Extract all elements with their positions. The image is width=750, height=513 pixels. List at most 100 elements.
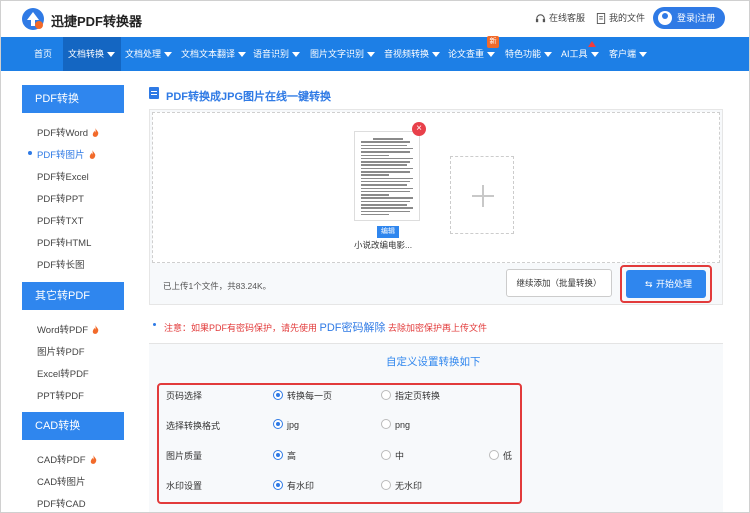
support-label: 在线客服 bbox=[549, 13, 586, 23]
nav-item-0[interactable]: 首页 bbox=[34, 37, 52, 71]
chevron-down-icon bbox=[292, 52, 301, 58]
radio-button-icon[interactable] bbox=[273, 390, 283, 400]
sidebar-item-2-0[interactable]: CAD转PDF bbox=[37, 452, 97, 466]
thumbnail-text-line bbox=[361, 184, 407, 186]
radio-option[interactable]: 低 bbox=[489, 449, 512, 462]
support-link[interactable]: 在线客服 bbox=[535, 11, 585, 24]
hot-fire-icon bbox=[92, 128, 99, 137]
nav-item-3[interactable]: 文档文本翻译 bbox=[181, 37, 247, 71]
radio-button-icon[interactable] bbox=[273, 450, 283, 460]
sidebar-section-1: 其它转PDF bbox=[22, 282, 124, 310]
radio-button-icon[interactable] bbox=[489, 450, 499, 460]
password-remove-link[interactable]: PDF密码解除 bbox=[320, 322, 386, 334]
sidebar-item-2-2[interactable]: PDF转CAD bbox=[37, 496, 86, 510]
nav-item-label: 文档处理 bbox=[125, 49, 162, 59]
radio-option[interactable]: jpg bbox=[273, 419, 299, 430]
chevron-down-icon bbox=[639, 52, 648, 58]
hot-fire-icon bbox=[92, 325, 99, 334]
sidebar-item-1-2[interactable]: Excel转PDF bbox=[37, 366, 89, 380]
thumbnail-text-line bbox=[361, 190, 410, 193]
radio-option-label: 转换每一页 bbox=[287, 391, 333, 401]
top-bar: 迅捷PDF转换器 在线客服 我的文件 登录|注册 bbox=[1, 1, 749, 37]
radio-button-icon[interactable] bbox=[381, 390, 391, 400]
file-thumbnail[interactable] bbox=[354, 131, 420, 221]
radio-option[interactable]: 有水印 bbox=[273, 479, 314, 492]
radio-option[interactable]: 指定页转换 bbox=[381, 389, 440, 402]
my-files-link[interactable]: 我的文件 bbox=[596, 11, 646, 25]
radio-option[interactable]: png bbox=[381, 419, 410, 430]
sidebar-item-0-5[interactable]: PDF转HTML bbox=[37, 235, 91, 249]
add-file-plus-icon[interactable] bbox=[450, 156, 514, 234]
thumbnail-text-line bbox=[361, 200, 410, 203]
radio-button-icon[interactable] bbox=[381, 419, 391, 429]
user-icon bbox=[658, 11, 672, 25]
radio-button-icon[interactable] bbox=[381, 450, 391, 460]
nav-item-2[interactable]: 文档处理 bbox=[125, 37, 173, 71]
nav-item-label: 音视频转换 bbox=[384, 49, 430, 59]
radio-option[interactable]: 高 bbox=[273, 449, 296, 462]
setting-label: 选择转换格式 bbox=[166, 421, 221, 431]
radio-button-icon[interactable] bbox=[381, 480, 391, 490]
thumbnail-text-line bbox=[361, 174, 389, 176]
radio-button-icon[interactable] bbox=[273, 419, 283, 429]
sidebar-item-0-4[interactable]: PDF转TXT bbox=[37, 213, 83, 227]
continue-add-button[interactable]: 继续添加（批量转换） bbox=[506, 269, 612, 297]
thumbnail-text-line bbox=[361, 161, 410, 163]
nav-item-4[interactable]: 语音识别 bbox=[253, 37, 301, 71]
upload-dropzone[interactable] bbox=[152, 112, 720, 263]
thumbnail-text-line bbox=[361, 207, 413, 209]
radio-option[interactable]: 无水印 bbox=[381, 479, 422, 492]
nav-item-label: 客户端 bbox=[609, 49, 637, 59]
notice-dot bbox=[153, 323, 156, 326]
sidebar-item-1-3[interactable]: PPT转PDF bbox=[37, 388, 84, 402]
thumbnail-text-line bbox=[361, 210, 410, 213]
thumbnail-text-line bbox=[361, 180, 410, 183]
nav-item-10[interactable]: 客户端 bbox=[609, 37, 648, 71]
sidebar-item-0-1[interactable]: PDF转图片 bbox=[37, 147, 96, 161]
nav-item-label: AI工具 bbox=[561, 49, 588, 59]
radio-button-icon[interactable] bbox=[273, 480, 283, 490]
sidebar-item-1-1[interactable]: 图片转PDF bbox=[37, 344, 85, 358]
radio-option[interactable]: 中 bbox=[381, 449, 404, 462]
radio-option-label: 低 bbox=[503, 451, 513, 461]
sidebar-item-label: PDF转Word bbox=[37, 128, 89, 139]
login-button[interactable]: 登录|注册 bbox=[653, 7, 725, 29]
page-title: PDF转换成JPG图片在线一键转换 bbox=[166, 91, 332, 103]
sidebar-item-0-3[interactable]: PDF转PPT bbox=[37, 191, 84, 205]
edit-file-button[interactable]: 编辑 bbox=[377, 226, 399, 238]
remove-file-icon[interactable]: × bbox=[412, 122, 426, 136]
sidebar-section-0: PDF转换 bbox=[22, 85, 124, 113]
main-nav: 首页 文档转换 文档处理 文档文本翻译 语音识别 图片文字识别 音视频转换 论文查重 特色功能 A… bbox=[1, 37, 749, 71]
notice-prefix: 注意：如果PDF有密码保护，请先使用 bbox=[164, 323, 318, 333]
radio-option-label: 高 bbox=[287, 451, 297, 461]
sidebar-item-label: PDF转CAD bbox=[37, 499, 86, 510]
chevron-down-icon bbox=[367, 52, 376, 58]
sidebar-item-label: CAD转PDF bbox=[37, 455, 86, 466]
nav-item-5[interactable]: 图片文字识别 bbox=[310, 37, 376, 71]
thumbnail-text-line bbox=[361, 197, 413, 199]
nav-item-label: 文档转换 bbox=[68, 49, 105, 59]
chevron-down-icon bbox=[432, 52, 441, 58]
nav-item-1[interactable]: 文档转换 bbox=[63, 37, 122, 71]
setting-label: 页码选择 bbox=[166, 391, 203, 401]
radio-option-label: png bbox=[395, 420, 411, 430]
sidebar-item-1-0[interactable]: Word转PDF bbox=[37, 322, 99, 336]
my-files-label: 我的文件 bbox=[609, 13, 646, 23]
nav-item-label: 首页 bbox=[34, 49, 53, 59]
nav-item-8[interactable]: 特色功能 bbox=[505, 37, 553, 71]
highlight-box-start bbox=[620, 265, 712, 303]
radio-option[interactable]: 转换每一页 bbox=[273, 389, 332, 402]
thumbnail-text-line bbox=[361, 187, 413, 189]
sidebar-item-0-6[interactable]: PDF转长图 bbox=[37, 257, 85, 271]
nav-item-label: 论文查重 bbox=[448, 49, 485, 59]
nav-item-6[interactable]: 音视频转换 bbox=[384, 37, 441, 71]
sidebar-item-2-1[interactable]: CAD转图片 bbox=[37, 474, 86, 488]
sidebar-item-0-0[interactable]: PDF转Word bbox=[37, 125, 99, 139]
sidebar-item-label: Excel转PDF bbox=[37, 369, 89, 380]
thumbnail-text-line bbox=[361, 194, 389, 196]
sidebar-item-label: 图片转PDF bbox=[37, 347, 85, 358]
brand-name: 迅捷PDF转换器 bbox=[51, 14, 143, 29]
sidebar-item-label: Word转PDF bbox=[37, 325, 89, 336]
sidebar-item-0-2[interactable]: PDF转Excel bbox=[37, 169, 89, 183]
nav-item-label: 图片文字识别 bbox=[310, 49, 365, 59]
